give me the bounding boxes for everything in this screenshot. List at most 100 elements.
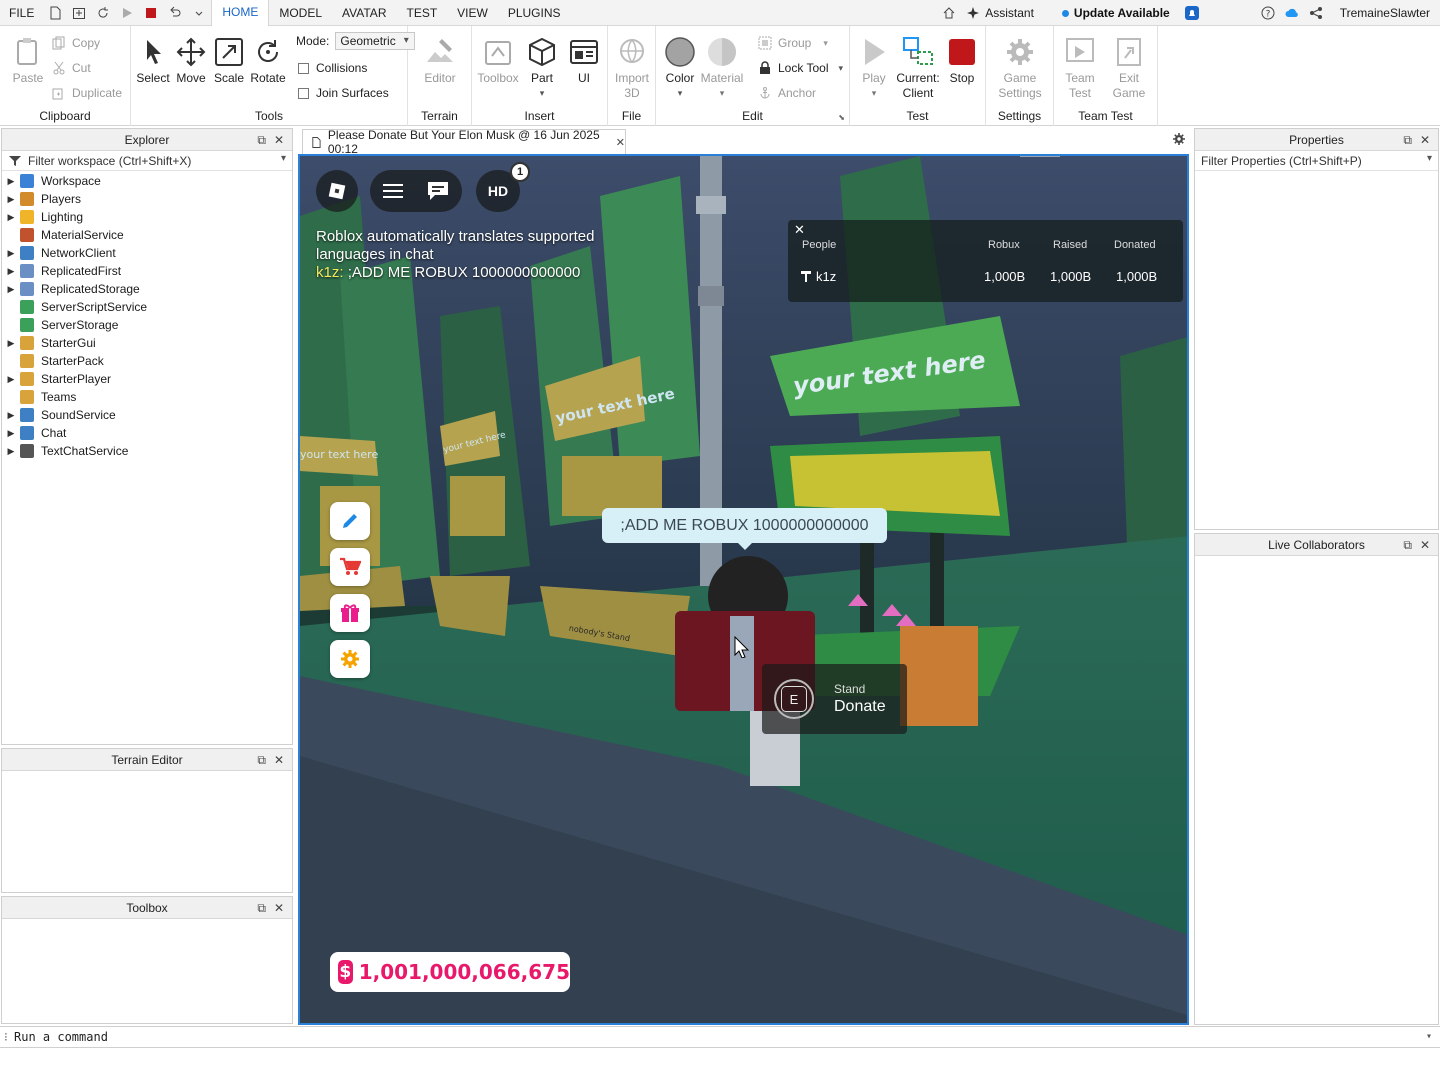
explorer-filter-input[interactable]: Filter workspace (Ctrl+Shift+X) ▾ (2, 151, 292, 171)
redo-history-icon[interactable] (96, 6, 110, 20)
document-tab[interactable]: Please Donate But Your Elon Musk @ 16 Ju… (302, 128, 626, 156)
explorer-item[interactable]: ▶ ReplicatedStorage (2, 280, 292, 298)
lock-tool-dropdown-icon[interactable]: ▾ (838, 63, 843, 74)
import-3d-button[interactable]: Import 3D (612, 36, 652, 101)
properties-undock-icon[interactable]: ⧉ (1403, 129, 1412, 151)
expand-arrow-icon[interactable]: ▶ (2, 410, 20, 421)
explorer-item[interactable]: ▶ StarterGui (2, 334, 292, 352)
explorer-item[interactable]: StarterPack (2, 352, 292, 370)
terrain-editor-undock-icon[interactable]: ⧉ (257, 749, 266, 771)
tab-home[interactable]: HOME (211, 0, 270, 26)
expand-arrow-icon[interactable]: ▶ (2, 428, 20, 439)
explorer-item[interactable]: Teams (2, 388, 292, 406)
properties-filter-dropdown-icon[interactable]: ▾ (1427, 153, 1432, 164)
terrain-editor-close-icon[interactable]: ✕ (274, 749, 284, 771)
new-file-icon[interactable] (48, 6, 62, 20)
explorer-item[interactable]: ▶ Lighting (2, 208, 292, 226)
chat-icon[interactable] (427, 181, 449, 201)
expand-arrow-icon[interactable]: ▶ (2, 446, 20, 457)
username[interactable]: TremaineSlawter (1340, 6, 1430, 20)
play-quick-icon[interactable] (120, 6, 134, 20)
cloud-icon[interactable] (1285, 6, 1299, 20)
shop-button[interactable] (330, 548, 370, 586)
exit-game-button[interactable]: Exit Game (1106, 36, 1152, 101)
color-button[interactable]: Color ▾ (660, 36, 700, 101)
gift-button[interactable] (330, 594, 370, 632)
terrain-editor-button[interactable]: Editor (420, 36, 460, 86)
leaderboard-row-name[interactable]: k1z (800, 269, 836, 284)
toolbox-button[interactable]: Toolbox (476, 36, 520, 86)
live-collaborators-close-icon[interactable]: ✕ (1420, 534, 1430, 556)
properties-filter-input[interactable]: Filter Properties (Ctrl+Shift+P) ▾ (1195, 151, 1438, 171)
explorer-item[interactable]: ▶ StarterPlayer (2, 370, 292, 388)
explorer-item[interactable]: ▶ SoundService (2, 406, 292, 424)
explorer-filter-dropdown-icon[interactable]: ▾ (281, 153, 286, 164)
group-dropdown-icon[interactable]: ▾ (823, 38, 828, 49)
file-menu[interactable]: FILE (0, 0, 43, 26)
help-icon[interactable]: ? (1261, 6, 1275, 20)
expand-arrow-icon[interactable]: ▶ (2, 284, 20, 295)
tab-model[interactable]: MODEL (269, 0, 332, 26)
explorer-item[interactable]: ▶ Players (2, 190, 292, 208)
tab-test[interactable]: TEST (396, 0, 447, 26)
explorer-item[interactable]: ServerScriptService (2, 298, 292, 316)
expand-arrow-icon[interactable]: ▶ (2, 212, 20, 223)
collisions-toggle[interactable]: Collisions (298, 58, 367, 78)
paste-button[interactable]: Paste (8, 36, 48, 86)
collisions-checkbox[interactable] (298, 62, 309, 74)
explorer-close-icon[interactable]: ✕ (274, 129, 284, 151)
command-bar[interactable]: ⁝ Run a command ▾ (0, 1026, 1440, 1048)
publish-icon[interactable] (72, 6, 86, 20)
move-button[interactable]: Move (173, 36, 209, 86)
game-settings-button[interactable]: Game Settings (992, 36, 1048, 101)
hd-button[interactable]: HD 1 (476, 162, 530, 212)
explorer-item[interactable]: ▶ NetworkClient (2, 244, 292, 262)
anchor-button[interactable]: Anchor (758, 83, 816, 103)
lock-tool-button[interactable]: Lock Tool ▾ (758, 58, 843, 78)
copy-button[interactable]: Copy (52, 33, 100, 53)
tab-view[interactable]: VIEW (447, 0, 498, 26)
share-icon[interactable] (1309, 6, 1323, 20)
expand-arrow-icon[interactable]: ▶ (2, 266, 20, 277)
join-surfaces-toggle[interactable]: Join Surfaces (298, 83, 389, 103)
play-dropdown-icon[interactable]: ▾ (854, 86, 894, 101)
explorer-item[interactable]: ▶ ReplicatedFirst (2, 262, 292, 280)
hamburger-menu-icon[interactable] (383, 183, 403, 199)
roblox-menu-button[interactable] (316, 170, 358, 212)
expand-arrow-icon[interactable]: ▶ (2, 338, 20, 349)
live-collaborators-undock-icon[interactable]: ⧉ (1403, 534, 1412, 556)
explorer-item[interactable]: ▶ Chat (2, 424, 292, 442)
expand-arrow-icon[interactable]: ▶ (2, 248, 20, 259)
part-button[interactable]: Part ▾ (524, 36, 560, 101)
team-test-button[interactable]: Team Test (1058, 36, 1102, 101)
stop-button[interactable]: Stop (944, 36, 980, 86)
duplicate-button[interactable]: Duplicate (52, 83, 122, 103)
scale-button[interactable]: Scale (211, 36, 247, 86)
notification-bell-icon[interactable] (1184, 6, 1199, 20)
home-icon[interactable] (942, 6, 956, 20)
toolbox-undock-icon[interactable]: ⧉ (257, 897, 266, 919)
edit-stand-button[interactable] (330, 502, 370, 540)
rotate-button[interactable]: Rotate (249, 36, 287, 86)
join-surfaces-checkbox[interactable] (298, 87, 309, 99)
color-dropdown-icon[interactable]: ▾ (660, 86, 700, 101)
explorer-item[interactable]: ServerStorage (2, 316, 292, 334)
material-dropdown-icon[interactable]: ▾ (700, 86, 744, 101)
explorer-undock-icon[interactable]: ⧉ (257, 129, 266, 151)
edit-settings-expand-icon[interactable]: ⬊ (838, 113, 845, 122)
properties-close-icon[interactable]: ✕ (1420, 129, 1430, 151)
stop-quick-icon[interactable] (144, 6, 158, 20)
expand-arrow-icon[interactable]: ▶ (2, 374, 20, 385)
explorer-item[interactable]: ▶ TextChatService (2, 442, 292, 460)
assistant-button[interactable]: Assistant (985, 6, 1034, 20)
command-bar-dropdown-icon[interactable]: ▾ (1426, 1027, 1432, 1047)
material-button[interactable]: Material ▾ (700, 36, 744, 101)
update-available-button[interactable]: Update Available (1061, 6, 1170, 20)
expand-arrow-icon[interactable]: ▶ (2, 176, 20, 187)
mode-select[interactable]: Geometric (335, 32, 415, 50)
select-button[interactable]: Select (135, 36, 171, 86)
toolbox-close-icon[interactable]: ✕ (274, 897, 284, 919)
expand-arrow-icon[interactable]: ▶ (2, 194, 20, 205)
ui-button[interactable]: UI (566, 36, 602, 86)
undo-icon[interactable] (168, 6, 182, 20)
